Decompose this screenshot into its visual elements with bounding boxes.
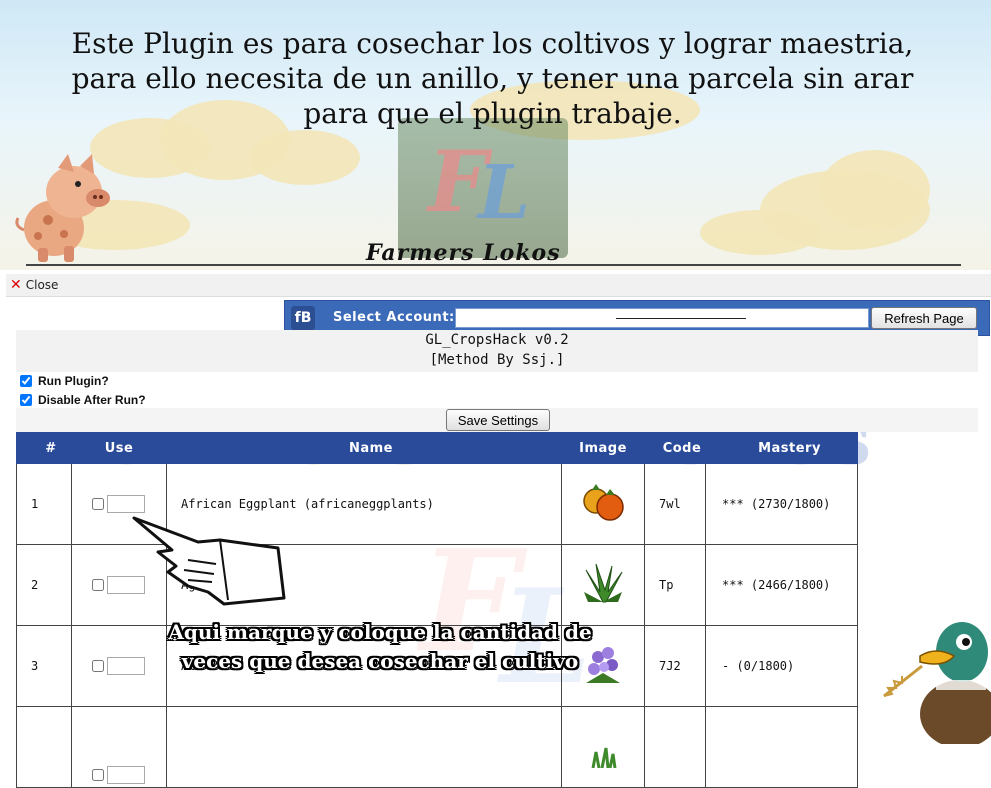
row-code bbox=[644, 706, 706, 788]
row-image bbox=[561, 706, 645, 788]
table-header-row: # Use Name Image Code Mastery bbox=[16, 432, 858, 464]
row-mastery: - (0/1800) bbox=[705, 625, 858, 707]
row-mastery: *** (2466/1800) bbox=[705, 544, 858, 626]
use-checkbox[interactable] bbox=[92, 498, 104, 510]
header-number: # bbox=[16, 432, 72, 464]
save-row: Save Settings bbox=[16, 408, 978, 432]
header-code: Code bbox=[644, 432, 706, 464]
quantity-input[interactable] bbox=[107, 657, 145, 675]
header-name: Name bbox=[166, 432, 562, 464]
banner-brand: Farmers Lokos bbox=[366, 240, 561, 266]
row-name bbox=[166, 706, 562, 788]
plugin-header: GL_CropsHack v0.2 [Method By Ssj.] bbox=[16, 330, 978, 372]
row-number: 3 bbox=[16, 625, 72, 707]
close-button[interactable]: ✕ Close bbox=[10, 278, 58, 292]
row-use bbox=[71, 706, 167, 788]
facebook-icon: fB bbox=[291, 306, 315, 330]
disable-after-run-label: Disable After Run? bbox=[38, 393, 146, 407]
run-plugin-option[interactable]: Run Plugin? bbox=[20, 374, 109, 388]
close-label: Close bbox=[25, 278, 59, 292]
banner: F L Este Plugin es para cosechar los col… bbox=[0, 0, 991, 270]
row-image bbox=[561, 544, 645, 626]
row-number: 2 bbox=[16, 544, 72, 626]
agave-icon bbox=[584, 563, 623, 602]
logo-letter-l: L bbox=[478, 150, 531, 236]
use-checkbox[interactable] bbox=[92, 579, 104, 591]
run-plugin-checkbox[interactable] bbox=[20, 375, 32, 387]
duck-icon bbox=[883, 622, 991, 744]
quantity-input[interactable] bbox=[107, 495, 145, 513]
disable-after-run-checkbox[interactable] bbox=[20, 394, 32, 406]
cloud bbox=[700, 210, 820, 255]
plugin-author: [Method By Ssj.] bbox=[429, 352, 565, 368]
close-icon: ✕ bbox=[10, 277, 22, 293]
account-select[interactable] bbox=[455, 308, 869, 328]
run-plugin-label: Run Plugin? bbox=[38, 374, 109, 388]
quantity-input[interactable] bbox=[107, 766, 145, 784]
header-image: Image bbox=[561, 432, 645, 464]
cloud bbox=[820, 150, 930, 230]
plugin-title: GL_CropsHack v0.2 bbox=[425, 332, 569, 348]
use-checkbox[interactable] bbox=[92, 769, 104, 781]
instruction-annotation: Aqui marque y coloque la cantidad de vec… bbox=[168, 620, 592, 673]
close-bar: ✕ Close bbox=[6, 274, 991, 297]
account-select-value bbox=[616, 318, 746, 319]
pointing-hand-icon bbox=[132, 516, 286, 606]
row-mastery: *** (2730/1800) bbox=[705, 463, 858, 545]
cloud bbox=[250, 130, 360, 185]
save-settings-button[interactable]: Save Settings bbox=[446, 409, 550, 431]
table-row bbox=[16, 706, 858, 788]
banner-divider bbox=[26, 264, 961, 266]
row-code: 7wl bbox=[644, 463, 706, 545]
eggplant-icon bbox=[583, 483, 624, 521]
pig-icon bbox=[15, 154, 110, 262]
use-checkbox[interactable] bbox=[92, 660, 104, 672]
account-label: Select Account: bbox=[333, 310, 455, 325]
row-number bbox=[16, 706, 72, 788]
header-use: Use bbox=[71, 432, 167, 464]
disable-after-run-option[interactable]: Disable After Run? bbox=[20, 393, 146, 407]
row-number: 1 bbox=[16, 463, 72, 545]
banner-description: Este Plugin es para cosechar los coltivo… bbox=[71, 27, 914, 130]
refresh-page-button[interactable]: Refresh Page bbox=[871, 307, 977, 329]
row-code: Tp bbox=[644, 544, 706, 626]
row-code: 7J2 bbox=[644, 625, 706, 707]
grass-icon bbox=[591, 747, 617, 768]
row-image bbox=[561, 463, 645, 545]
row-mastery bbox=[705, 706, 858, 788]
header-mastery: Mastery bbox=[705, 432, 858, 464]
